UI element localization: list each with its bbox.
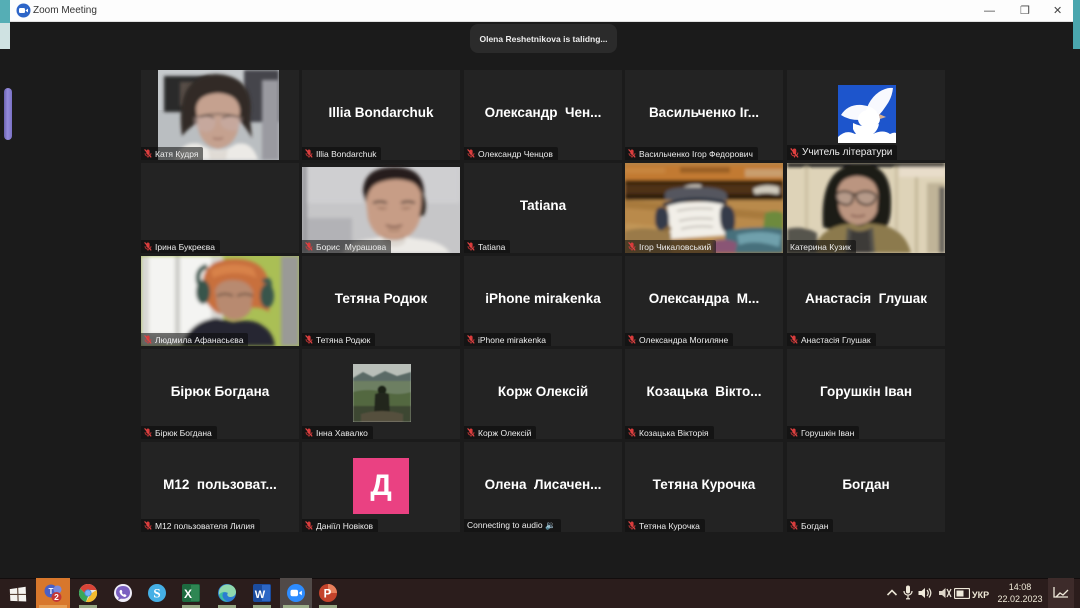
- svg-text:X: X: [184, 587, 192, 601]
- svg-text:P: P: [324, 589, 332, 601]
- svg-text:W: W: [255, 589, 266, 601]
- svg-text:S: S: [153, 586, 160, 601]
- svg-text:2: 2: [54, 592, 59, 602]
